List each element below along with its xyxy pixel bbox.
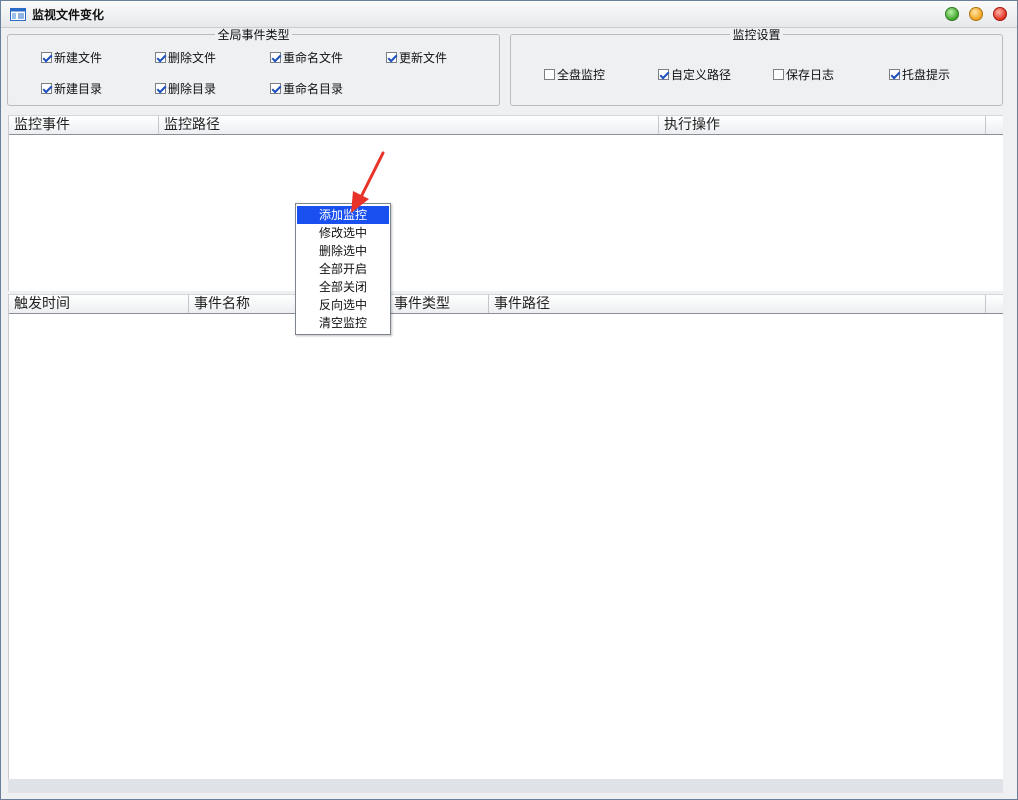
checkbox-rename-dir-box[interactable] [270,83,281,94]
checkbox-custom-path[interactable]: 自定义路径 [658,66,731,83]
checkbox-update-file[interactable]: 更新文件 [386,49,447,66]
column-header-monitor-path[interactable]: 监控路径 [159,116,659,134]
checkbox-full-disk-box[interactable] [544,69,555,80]
checkbox-delete-file-box[interactable] [155,52,166,63]
checkbox-tray-tip-box[interactable] [889,69,900,80]
annotation-arrow-icon [351,151,385,213]
column-header-event-path[interactable]: 事件路径 [489,295,986,313]
checkbox-new-dir-box[interactable] [41,83,52,94]
menu-item-delete-selected[interactable]: 删除选中 [297,242,389,260]
monitor-table-header: 监控事件 监控路径 执行操作 [9,115,1003,135]
context-menu: 添加监控 修改选中 删除选中 全部开启 全部关闭 反向选中 清空监控 [295,203,391,335]
event-log-table-header: 触发时间 事件名称 事件类型 事件路径 [9,294,1003,314]
status-bar [8,779,1003,793]
checkbox-full-disk[interactable]: 全盘监控 [544,66,605,83]
checkbox-rename-file-box[interactable] [270,52,281,63]
monitor-settings-title: 监控设置 [730,28,783,42]
checkbox-delete-dir-box[interactable] [155,83,166,94]
menu-item-edit-selected[interactable]: 修改选中 [297,224,389,242]
checkbox-tray-tip[interactable]: 托盘提示 [889,66,950,83]
checkbox-new-file[interactable]: 新建文件 [41,49,102,66]
monitor-settings-group: 监控设置 全盘监控 自定义路径 保存日志 托盘提示 [510,28,1003,106]
menu-item-clear-monitors[interactable]: 清空监控 [297,314,389,332]
checkbox-delete-dir[interactable]: 删除目录 [155,80,216,97]
window-title: 监视文件变化 [32,8,105,22]
menu-item-invert-selection[interactable]: 反向选中 [297,296,389,314]
checkbox-delete-file[interactable]: 删除文件 [155,49,216,66]
global-events-title: 全局事件类型 [215,28,292,42]
checkbox-custom-path-box[interactable] [658,69,669,80]
checkbox-rename-dir[interactable]: 重命名目录 [270,80,343,97]
event-log-table[interactable]: 触发时间 事件名称 事件类型 事件路径 [8,294,1003,779]
main-window: 监视文件变化 全局事件类型 新建文件 删除文件 重命名文件 更新文件 新建目录 [0,0,1018,800]
checkbox-new-dir[interactable]: 新建目录 [41,80,102,97]
checkbox-save-log[interactable]: 保存日志 [773,66,834,83]
monitor-table[interactable]: 监控事件 监控路径 执行操作 [8,115,1003,291]
column-header-monitor-event[interactable]: 监控事件 [9,116,159,134]
close-button[interactable] [993,7,1007,21]
checkbox-update-file-box[interactable] [386,52,397,63]
checkbox-rename-file[interactable]: 重命名文件 [270,49,343,66]
maximize-button[interactable] [945,7,959,21]
column-header-event-type[interactable]: 事件类型 [389,295,489,313]
app-window-icon [10,8,26,21]
minimize-button[interactable] [969,7,983,21]
title-bar[interactable]: 监视文件变化 [1,1,1017,28]
column-header-action[interactable]: 执行操作 [659,116,986,134]
column-header-trigger-time[interactable]: 触发时间 [9,295,189,313]
checkbox-new-file-box[interactable] [41,52,52,63]
menu-item-disable-all[interactable]: 全部关闭 [297,278,389,296]
checkbox-save-log-box[interactable] [773,69,784,80]
menu-item-enable-all[interactable]: 全部开启 [297,260,389,278]
global-events-group: 全局事件类型 新建文件 删除文件 重命名文件 更新文件 新建目录 删除目录 重命… [7,28,500,106]
